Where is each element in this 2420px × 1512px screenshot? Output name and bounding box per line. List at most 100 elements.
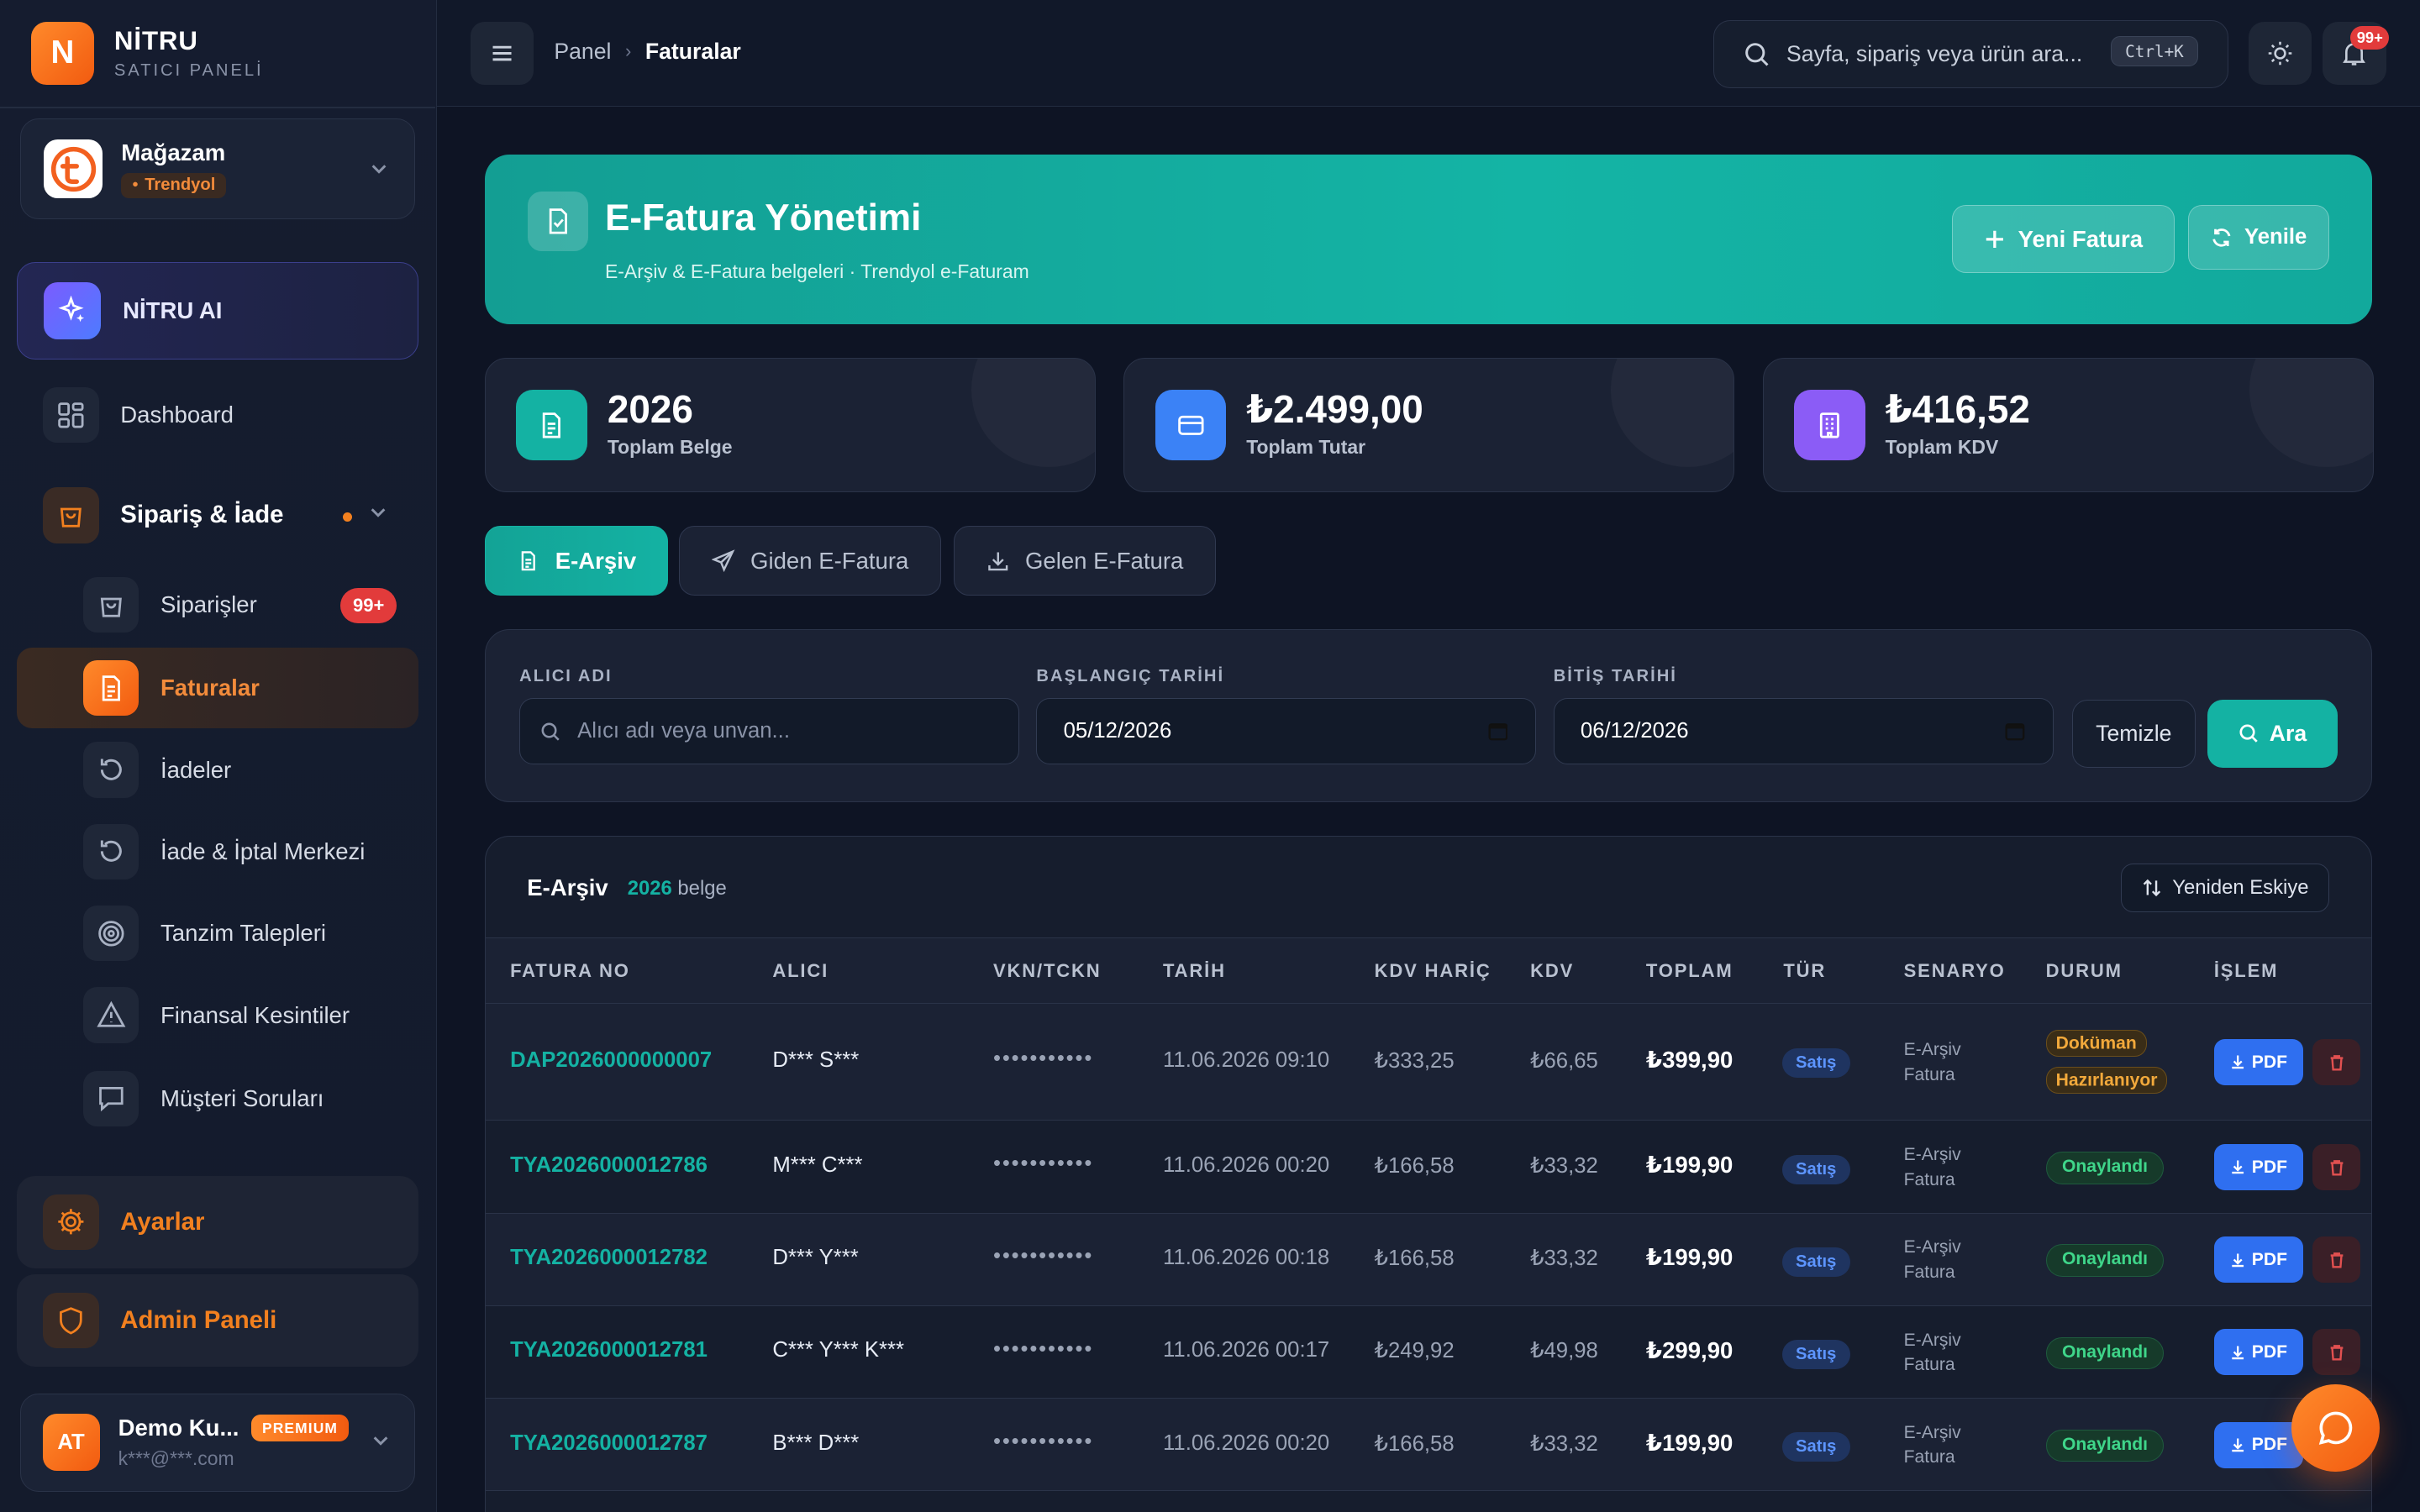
sidebar-item-tanzim-requests[interactable]: Tanzim Talepleri bbox=[17, 893, 418, 974]
table-row[interactable]: TYA2026000012782 D*** Y*** ••••••••••• 1… bbox=[485, 1213, 2371, 1306]
brand-logo: N bbox=[30, 21, 95, 85]
column-header[interactable]: TARİH bbox=[1163, 960, 1226, 982]
invoice-date: 11.06.2026 00:20 bbox=[1163, 1152, 1330, 1177]
tax-id-masked: ••••••••••• bbox=[992, 1336, 1094, 1361]
tax-id-masked: ••••••••••• bbox=[992, 1429, 1094, 1453]
store-selector[interactable]: Mağazam Trendyol bbox=[19, 118, 416, 219]
pdf-download-button[interactable]: PDF bbox=[2213, 1236, 2304, 1284]
delete-button[interactable] bbox=[2312, 1039, 2361, 1086]
invoice-date: 11.06.2026 09:10 bbox=[1163, 1048, 1330, 1073]
menu-toggle-button[interactable] bbox=[471, 21, 534, 85]
refresh-button[interactable]: Yenile bbox=[2188, 205, 2329, 270]
scenario: E-Arşiv Fatura bbox=[1904, 1420, 1961, 1470]
column-header[interactable]: KDV HARİÇ bbox=[1375, 960, 1491, 982]
theme-toggle-button[interactable] bbox=[2249, 21, 2312, 85]
column-header[interactable]: İŞLEM bbox=[2214, 960, 2279, 982]
document-count-value: 2026 bbox=[627, 877, 672, 900]
sidebar-item-admin-panel[interactable]: Admin Paneli bbox=[17, 1274, 418, 1368]
invoice-number[interactable]: DAP2026000000007 bbox=[510, 1048, 712, 1073]
sidebar-item-settings[interactable]: Ayarlar bbox=[17, 1175, 418, 1268]
invoice-number[interactable]: TYA2026000012782 bbox=[510, 1246, 708, 1270]
global-search-input[interactable]: Sayfa, sipariş veya ürün ara... Ctrl+K bbox=[1712, 19, 2229, 88]
tab-incoming-e-invoice[interactable]: Gelen E-Fatura bbox=[954, 526, 1217, 596]
start-date-label: BAŞLANGIÇ TARİHİ bbox=[1036, 667, 1225, 686]
status-line-1: Doküman bbox=[2045, 1029, 2147, 1058]
tab-outgoing-e-invoice[interactable]: Giden E-Fatura bbox=[679, 526, 942, 596]
decorative-circle bbox=[971, 359, 1095, 467]
brand[interactable]: N NİTRU SATICI PANELİ bbox=[30, 21, 264, 85]
column-header[interactable]: SENARYO bbox=[1904, 960, 2006, 982]
breadcrumb-current: Faturalar bbox=[644, 38, 741, 64]
vat-amount: ₺33,32 bbox=[1530, 1153, 1598, 1178]
pdf-download-button[interactable]: PDF bbox=[2213, 1329, 2304, 1376]
notifications-button[interactable]: 99+ bbox=[2323, 21, 2390, 85]
recipient-search-input[interactable]: Alıcı adı veya unvan... bbox=[519, 698, 1020, 765]
column-header[interactable]: TÜR bbox=[1783, 960, 1826, 982]
column-header[interactable]: KDV bbox=[1530, 960, 1574, 982]
search-icon bbox=[1744, 42, 1769, 66]
vat-amount: ₺66,65 bbox=[1530, 1049, 1598, 1074]
total-amount: ₺199,90 bbox=[1645, 1152, 1733, 1179]
sidebar-item-returns[interactable]: İadeler bbox=[17, 730, 418, 811]
download-icon bbox=[2232, 1346, 2244, 1359]
sidebar-item-label: Siparişler bbox=[160, 591, 257, 617]
calendar-icon bbox=[2005, 722, 2025, 741]
hamburger-icon bbox=[492, 45, 512, 61]
column-header[interactable]: FATURA NO bbox=[510, 960, 630, 982]
breadcrumb-link-panel[interactable]: Panel bbox=[554, 39, 611, 65]
delete-button[interactable] bbox=[2312, 1236, 2361, 1284]
sidebar-item-customer-questions[interactable]: Müşteri Soruları bbox=[17, 1058, 418, 1139]
column-header[interactable]: DURUM bbox=[2046, 960, 2123, 982]
invoice-number[interactable]: TYA2026000012781 bbox=[510, 1338, 708, 1362]
scenario-line-1: E-Arşiv bbox=[1903, 1330, 1961, 1350]
start-date-input[interactable]: 05/12/2026 bbox=[1036, 698, 1537, 765]
sort-icon bbox=[2143, 879, 2160, 897]
chat-support-button[interactable] bbox=[2291, 1383, 2381, 1473]
sidebar-item-label: Finansal Kesintiler bbox=[160, 1001, 350, 1028]
sidebar-item-return-cancel-center[interactable]: İade & İptal Merkezi bbox=[17, 811, 418, 892]
page-subtitle: E-Arşiv & E-Fatura belgeleri · Trendyol … bbox=[604, 260, 1029, 283]
tab-e-arsiv[interactable]: E-Arşiv bbox=[484, 526, 669, 596]
table-row[interactable]: TYA2026000012781 C*** Y*** K*** ••••••••… bbox=[485, 1306, 2371, 1399]
table-row[interactable]: DAP2026000000007 D*** S*** ••••••••••• 1… bbox=[485, 1003, 2371, 1121]
sort-order-button[interactable]: Yeniden Eskiye bbox=[2120, 863, 2330, 913]
end-date-value: 06/12/2026 bbox=[1580, 719, 1689, 743]
pdf-download-button[interactable]: PDF bbox=[2213, 1039, 2304, 1086]
sidebar-item-invoices[interactable]: Faturalar bbox=[17, 648, 418, 728]
pdf-download-button[interactable]: PDF bbox=[2213, 1143, 2304, 1191]
column-header[interactable]: VKN/TCKN bbox=[993, 960, 1102, 982]
invoice-date: 11.06.2026 00:17 bbox=[1163, 1338, 1330, 1362]
sidebar-item-nitru-ai[interactable]: NİTRU AI bbox=[17, 262, 418, 360]
end-date-input[interactable]: 06/12/2026 bbox=[1553, 698, 2054, 765]
grid-icon bbox=[43, 387, 99, 444]
sidebar-item-orders[interactable]: Siparişler 99+ bbox=[17, 564, 418, 645]
tax-id-masked: ••••••••••• bbox=[992, 1152, 1094, 1176]
stat-card-total-amount: ₺2.499,00 Toplam Tutar bbox=[1123, 358, 1735, 492]
scenario: E-Arşiv Fatura bbox=[1904, 1235, 1961, 1284]
delete-button[interactable] bbox=[2312, 1143, 2361, 1191]
table-row[interactable]: TYA2026000012787 B*** D*** ••••••••••• 1… bbox=[485, 1399, 2371, 1492]
tax-id-masked: ••••••••••• bbox=[992, 1244, 1094, 1268]
invoice-number[interactable]: TYA2026000012786 bbox=[510, 1153, 708, 1178]
user-profile[interactable]: AT Demo Ku... PREMIUM k***@***.com bbox=[19, 1393, 416, 1493]
sidebar-item-dashboard[interactable]: Dashboard bbox=[17, 375, 418, 455]
new-invoice-button[interactable]: Yeni Fatura bbox=[1952, 205, 2175, 274]
search-button[interactable]: Ara bbox=[2207, 700, 2338, 768]
sidebar: N NİTRU SATICI PANELİ Mağazam Trendyol bbox=[0, 0, 437, 1512]
clear-filters-button[interactable]: Temizle bbox=[2071, 700, 2196, 768]
delete-button[interactable] bbox=[2312, 1329, 2361, 1376]
pdf-download-button[interactable]: PDF bbox=[2213, 1421, 2304, 1468]
table-title: E-Arşiv bbox=[527, 874, 608, 900]
buyer-name: M*** C*** bbox=[772, 1152, 863, 1177]
table-row[interactable]: TYA2026000012786 M*** C*** ••••••••••• 1… bbox=[485, 1121, 2371, 1214]
invoice-icon bbox=[83, 660, 139, 717]
sidebar-group-orders-returns[interactable]: Sipariş & İade bbox=[17, 475, 418, 556]
brand-name: NİTRU bbox=[113, 26, 198, 56]
invoice-number[interactable]: TYA2026000012787 bbox=[510, 1431, 708, 1456]
column-header[interactable]: ALICI bbox=[772, 960, 829, 982]
column-header[interactable]: TOPLAM bbox=[1646, 960, 1733, 982]
sidebar-item-financial-deductions[interactable]: Finansal Kesintiler bbox=[17, 975, 418, 1056]
search-icon bbox=[2239, 724, 2258, 743]
target-icon bbox=[83, 906, 139, 962]
download-icon bbox=[2232, 1160, 2244, 1174]
